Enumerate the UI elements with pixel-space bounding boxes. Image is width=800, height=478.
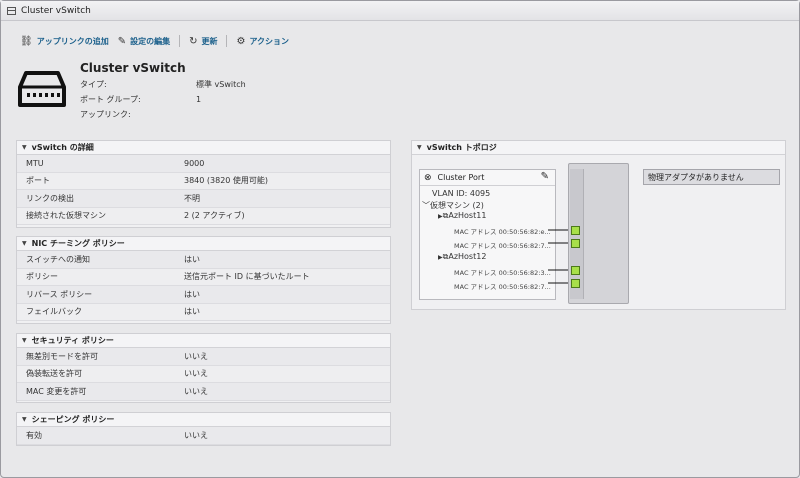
nic-row: スイッチへの通知 はい <box>17 251 390 269</box>
gear-icon: ⚙ <box>236 35 246 47</box>
refresh-icon: ↻ <box>189 35 198 47</box>
detail-row: ポート 3840 (3820 使用可能) <box>17 172 390 190</box>
actions-button[interactable]: ⚙ アクション <box>236 36 298 47</box>
vm-port-connector[interactable] <box>571 239 580 248</box>
collapse-chevron-icon: ▼ <box>22 416 27 423</box>
vm-port-connector[interactable] <box>571 279 580 288</box>
collapse-chevron-icon: ▼ <box>22 240 27 247</box>
vswitch-summary: Cluster vSwitch タイプ: 標準 vSwitch ポート グループ… <box>80 61 246 121</box>
detail-value: 3840 (3820 使用可能) <box>184 176 269 186</box>
nic-teaming-header[interactable]: ▼ NIC チーミング ポリシー <box>17 237 390 251</box>
add-uplink-button[interactable]: ⛓ アップリンクの追加 <box>20 36 118 47</box>
shaping-policy-header[interactable]: ▼ シェーピング ポリシー <box>17 413 390 427</box>
edit-settings-label: 設定の編集 <box>130 36 171 46</box>
nic-key: リバース ポリシー <box>26 289 93 299</box>
portgroup-value: 1 <box>196 95 202 104</box>
shaping-key: 有効 <box>26 430 42 440</box>
shaping-row: 有効 いいえ <box>17 427 390 445</box>
nic-teaming-panel: ▼ NIC チーミング ポリシー スイッチへの通知 はい ポリシー 送信元ポート I… <box>16 236 391 324</box>
vm-port-connector[interactable] <box>571 226 580 235</box>
nic-value: はい <box>184 289 200 299</box>
uplink-label: アップリンク: <box>80 110 131 119</box>
type-label: タイプ: <box>80 80 107 89</box>
cluster-vswitch-window: Cluster vSwitch ⛓ アップリンクの追加 ✎ 設定の編集 ↻ 更新… <box>0 0 800 478</box>
nic-value: 送信元ポート ID に基づいたルート <box>184 272 310 282</box>
detail-value: 2 (2 アクティブ) <box>184 211 245 221</box>
detail-row: リンクの検出 不明 <box>17 190 390 208</box>
nic-key: ポリシー <box>26 272 58 282</box>
detail-value: 9000 <box>184 158 205 168</box>
physical-adapter-box: 物理アダプタがありません <box>643 169 780 185</box>
vswitch-details-panel: ▼ vSwitch の詳細 MTU 9000 ポート 3840 (3820 使用可能… <box>16 140 391 228</box>
security-key: 無差別モードを許可 <box>26 351 98 361</box>
window-icon <box>7 6 16 15</box>
vswitch-details-header[interactable]: ▼ vSwitch の詳細 <box>17 141 390 155</box>
detail-row: 接続された仮想マシン 2 (2 アクティブ) <box>17 207 390 225</box>
collapse-chevron-icon: ▼ <box>22 337 27 344</box>
nic-row: リバース ポリシー はい <box>17 286 390 304</box>
nic-row: フェイルバック はい <box>17 303 390 321</box>
detail-key: ポート <box>26 176 50 186</box>
toolbar-divider <box>226 35 228 47</box>
security-row: 無差別モードを許可 いいえ <box>17 348 390 366</box>
shaping-policy-title: シェーピング ポリシー <box>31 415 115 424</box>
no-physical-adapter-text: 物理アダプタがありません <box>648 172 744 182</box>
nic-row: ポリシー 送信元ポート ID に基づいたルート <box>17 268 390 286</box>
refresh-label: 更新 <box>201 36 218 46</box>
refresh-button[interactable]: ↻ 更新 <box>189 36 226 47</box>
network-switch-icon <box>18 69 66 117</box>
security-policy-header[interactable]: ▼ セキュリティ ポリシー <box>17 334 390 348</box>
security-value: いいえ <box>184 351 208 361</box>
security-value: いいえ <box>184 386 208 396</box>
pencil-icon: ✎ <box>117 35 127 47</box>
title-bar: Cluster vSwitch <box>1 1 799 21</box>
add-uplink-label: アップリンクの追加 <box>36 36 109 46</box>
detail-key: MTU <box>26 158 44 168</box>
security-row: MAC 変更を許可 いいえ <box>17 383 390 401</box>
nic-value: はい <box>184 254 200 264</box>
shaping-value: いいえ <box>184 430 208 440</box>
nic-key: フェイルバック <box>26 307 82 317</box>
collapse-chevron-icon: ▼ <box>22 144 27 151</box>
actions-label: アクション <box>249 36 290 46</box>
detail-row: MTU 9000 <box>17 155 390 173</box>
nic-value: はい <box>184 307 200 317</box>
add-uplink-icon: ⛓ <box>20 35 33 47</box>
security-value: いいえ <box>184 369 208 379</box>
type-row: タイプ: 標準 vSwitch <box>80 77 246 92</box>
nic-teaming-title: NIC チーミング ポリシー <box>31 239 125 248</box>
security-key: 偽装転送を許可 <box>26 369 82 379</box>
type-value: 標準 vSwitch <box>196 80 246 89</box>
vswitch-details-title: vSwitch の詳細 <box>31 143 94 152</box>
detail-value: 不明 <box>184 193 200 203</box>
security-row: 偽装転送を許可 いいえ <box>17 365 390 383</box>
vswitch-diagram <box>568 163 629 304</box>
edit-settings-button[interactable]: ✎ 設定の編集 <box>118 36 179 47</box>
window-title: Cluster vSwitch <box>21 5 91 16</box>
security-policy-panel: ▼ セキュリティ ポリシー 無差別モードを許可 いいえ 偽装転送を許可 いいえ MA… <box>16 333 391 403</box>
portgroup-label: ポート グループ: <box>80 95 141 104</box>
security-policy-title: セキュリティ ポリシー <box>31 336 114 345</box>
vswitch-topology-panel: ▼ vSwitch トポロジ ⊗ Cluster Port ✎ VLAN ID:… <box>411 140 786 310</box>
vswitch-header: Cluster vSwitch タイプ: 標準 vSwitch ポート グループ… <box>18 61 246 121</box>
uplink-row: アップリンク: <box>80 107 246 122</box>
toolbar-divider <box>179 35 181 47</box>
portgroup-row: ポート グループ: 1 <box>80 92 246 107</box>
security-key: MAC 変更を許可 <box>26 386 87 396</box>
shaping-policy-panel: ▼ シェーピング ポリシー 有効 いいえ <box>16 412 391 446</box>
vm-port-connector[interactable] <box>571 266 580 275</box>
detail-key: 接続された仮想マシン <box>26 211 106 221</box>
nic-key: スイッチへの通知 <box>26 254 90 264</box>
vswitch-title: Cluster vSwitch <box>80 61 186 75</box>
detail-key: リンクの検出 <box>26 193 74 203</box>
toolbar: ⛓ アップリンクの追加 ✎ 設定の編集 ↻ 更新 ⚙ アクション <box>20 34 298 48</box>
